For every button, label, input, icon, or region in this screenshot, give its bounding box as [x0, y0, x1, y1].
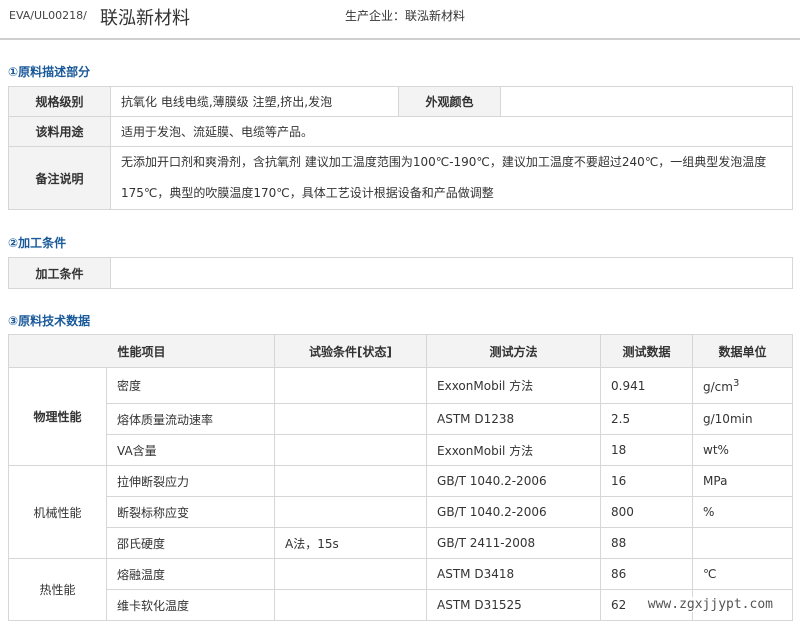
section-title-conditions: ②加工条件: [8, 236, 67, 250]
value-cell: 0.941: [600, 367, 694, 404]
item-cell: 熔体质量流动速率: [105, 403, 276, 435]
description-table: 规格级别 抗氧化 电线电缆,薄膜级 注塑,挤出,发泡 外观颜色 该料用途 适用于…: [8, 86, 793, 210]
unit-cell: g/10min: [692, 403, 794, 435]
category-thermal: 热性能: [8, 558, 107, 621]
spec-value: 抗氧化 电线电缆,薄膜级 注塑,挤出,发泡: [110, 86, 399, 117]
method-cell: ASTM D31525: [426, 589, 602, 621]
item-cell: VA含量: [105, 434, 276, 466]
method-cell: ASTM D3418: [426, 558, 602, 590]
section-title-tech: ③原料技术数据: [8, 314, 91, 328]
method-cell: GB/T 2411-2008: [426, 527, 602, 559]
unit-cell: wt%: [692, 434, 794, 466]
value-cell: 18: [600, 434, 694, 466]
condition-cell: [274, 367, 428, 404]
conditions-table: 加工条件: [8, 257, 793, 289]
method-cell: ExxonMobil 方法: [426, 367, 602, 404]
note-line-1: 无添加开口剂和爽滑剂，含抗氧剂 建议加工温度范围为100℃-190℃，建议加工温…: [121, 155, 767, 169]
header-unit: 数据单位: [692, 334, 794, 368]
value-cell: 88: [600, 527, 694, 559]
method-cell: GB/T 1040.2-2006: [426, 496, 602, 528]
condition-cell: [274, 589, 428, 621]
method-cell: GB/T 1040.2-2006: [426, 465, 602, 497]
item-cell: 拉伸断裂应力: [105, 465, 276, 497]
unit-cell: MPa: [692, 465, 794, 497]
item-cell: 熔融温度: [105, 558, 276, 590]
item-cell: 密度: [105, 367, 276, 404]
header-method: 测试方法: [426, 334, 602, 368]
product-title: 联泓新材料: [100, 8, 190, 29]
page-header: EVA/UL00218/ 联泓新材料 生产企业：联泓新材料: [0, 0, 800, 38]
item-cell: 维卡软化温度: [105, 589, 276, 621]
method-cell: ASTM D1238: [426, 403, 602, 435]
watermark: www.zgxjjypt.com: [647, 597, 773, 612]
item-cell: 邵氏硬度: [105, 527, 276, 559]
condition-cell: [274, 465, 428, 497]
unit-cell: g/cm3: [692, 367, 794, 404]
product-code: EVA/UL00218/: [9, 9, 87, 22]
unit-cell: [692, 527, 794, 559]
producer-label: 生产企业：联泓新材料: [345, 9, 466, 23]
header-value: 测试数据: [600, 334, 694, 368]
value-cell: 86: [600, 558, 694, 590]
use-value: 适用于发泡、流延膜、电缆等产品。: [110, 116, 793, 147]
note-value: 无添加开口剂和爽滑剂，含抗氧剂 建议加工温度范围为100℃-190℃，建议加工温…: [110, 146, 793, 210]
note-line-2: 175℃，典型的吹膜温度170℃，具体工艺设计根据设备和产品做调整: [121, 186, 494, 200]
unit-superscript: 3: [732, 377, 740, 389]
tech-data-table: 性能项目 试验条件[状态] 测试方法 测试数据 数据单位 物理性能 密度 Exx…: [7, 334, 794, 621]
unit-text: g/cm: [703, 379, 733, 394]
unit-cell: ℃: [692, 558, 794, 590]
unit-cell: %: [692, 496, 794, 528]
method-cell: ExxonMobil 方法: [426, 434, 602, 466]
header-item: 性能项目: [7, 334, 276, 368]
use-label: 该料用途: [8, 116, 111, 147]
color-label: 外观颜色: [398, 86, 501, 117]
value-cell: 16: [600, 465, 694, 497]
condition-cell: [274, 558, 428, 590]
value-cell: 2.5: [600, 403, 694, 435]
color-value: [500, 86, 793, 117]
condition-cell: [274, 434, 428, 466]
header-divider: [0, 38, 800, 40]
category-physical: 物理性能: [8, 367, 107, 466]
condition-cell: [274, 403, 428, 435]
conditions-value: [110, 257, 793, 289]
item-cell: 断裂标称应变: [105, 496, 276, 528]
category-mechanical: 机械性能: [8, 465, 107, 559]
section-title-description: ①原料描述部分: [8, 65, 91, 79]
conditions-label: 加工条件: [8, 257, 111, 289]
spec-label: 规格级别: [8, 86, 111, 117]
value-cell: 800: [600, 496, 694, 528]
header-condition: 试验条件[状态]: [274, 334, 428, 368]
condition-cell: [274, 496, 428, 528]
condition-cell: A法，15s: [274, 527, 428, 559]
note-label: 备注说明: [8, 146, 111, 210]
